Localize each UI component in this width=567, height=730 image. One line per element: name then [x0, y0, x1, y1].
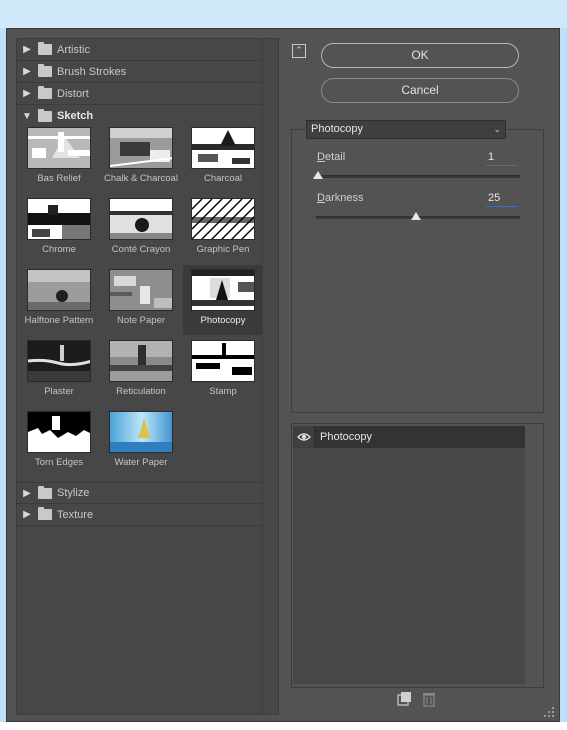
- category-brush-strokes[interactable]: ▶ Brush Strokes: [17, 61, 263, 83]
- thumbnail-image: [109, 127, 173, 169]
- filter-thumb-label: Graphic Pen: [196, 244, 250, 255]
- filter-thumb-label: Chrome: [42, 244, 76, 255]
- detail-slider-track[interactable]: [316, 175, 520, 178]
- darkness-label: Darkness: [317, 192, 364, 204]
- category-label: Sketch: [57, 110, 94, 122]
- filter-thumb-chrome[interactable]: Chrome: [19, 194, 99, 264]
- folder-icon: [38, 485, 52, 499]
- thumbnail-image: [109, 411, 173, 453]
- filter-thumb-torn-edges[interactable]: Torn Edges: [19, 407, 99, 477]
- filter-thumb-label: Note Paper: [116, 315, 166, 326]
- eye-icon[interactable]: [293, 426, 315, 448]
- category-texture[interactable]: ▶ Texture: [17, 504, 263, 526]
- thumbnail-image: [27, 340, 91, 382]
- filter-thumb-label: Charcoal: [203, 173, 243, 184]
- filter-thumb-label: Plaster: [44, 386, 74, 397]
- category-label: Distort: [57, 87, 89, 100]
- gallery-scrollbar[interactable]: [262, 39, 278, 714]
- thumbnail-image: [27, 411, 91, 453]
- chevron-down-icon: ⌄: [493, 124, 501, 134]
- thumbnail-image: [109, 269, 173, 311]
- window-bottom-edge: [0, 722, 567, 730]
- darkness-input[interactable]: 25: [486, 191, 518, 207]
- new-effect-layer-icon[interactable]: [396, 691, 412, 707]
- triangle-right-icon: ▶: [23, 509, 31, 520]
- thumbnail-image: [191, 340, 255, 382]
- filter-thumb-label: Reticulation: [116, 386, 166, 397]
- effect-layers-list: [293, 448, 525, 684]
- darkness-slider-thumb[interactable]: [411, 212, 421, 220]
- category-stylize[interactable]: ▶ Stylize: [17, 482, 263, 504]
- thumbnail-image: [27, 198, 91, 240]
- folder-icon: [38, 64, 52, 77]
- filter-thumb-halftone-pattern[interactable]: Halftone Pattern: [19, 265, 99, 335]
- trash-icon[interactable]: [421, 691, 437, 707]
- filter-gallery-panel: ▶ Artistic ▶ Brush Strokes ▶ Distort ▼ S…: [16, 38, 279, 715]
- filter-type-select[interactable]: Photocopy ⌄: [306, 120, 506, 139]
- filter-thumb-graphic-pen[interactable]: Graphic Pen: [183, 194, 263, 264]
- filter-select-value: Photocopy: [311, 123, 363, 135]
- filter-thumb-label: Halftone Pattern: [24, 315, 94, 326]
- triangle-right-icon: ▶: [23, 487, 31, 499]
- filter-thumb-charcoal[interactable]: Charcoal: [183, 123, 263, 193]
- filter-thumb-bas-relief[interactable]: Bas Relief: [19, 123, 99, 193]
- filter-thumb-label: Conté Crayon: [111, 244, 171, 255]
- detail-slider-thumb[interactable]: [313, 171, 323, 179]
- thumbnail-image: [27, 269, 91, 311]
- triangle-right-icon: ▶: [23, 44, 31, 55]
- category-distort[interactable]: ▶ Distort: [17, 83, 263, 105]
- filter-thumb-reticulation[interactable]: Reticulation: [101, 336, 181, 406]
- filter-gallery-dialog: ▶ Artistic ▶ Brush Strokes ▶ Distort ▼ S…: [6, 28, 560, 722]
- filter-thumb-stamp[interactable]: Stamp: [183, 336, 263, 406]
- thumbnail-image: [191, 127, 255, 169]
- category-label: Artistic: [57, 43, 90, 56]
- category-label: Brush Strokes: [57, 65, 127, 78]
- triangle-right-icon: ▶: [23, 88, 31, 99]
- filter-thumb-label: Bas Relief: [37, 173, 81, 184]
- filter-thumb-conte-crayon[interactable]: Conté Crayon: [101, 194, 181, 264]
- filter-thumb-label: Chalk & Charcoal: [104, 173, 178, 184]
- effect-layer-row[interactable]: Photocopy: [293, 426, 525, 448]
- title-bar: [0, 0, 567, 28]
- thumbnail-image: [191, 269, 255, 311]
- category-label: Stylize: [57, 487, 90, 499]
- filter-thumb-chalk-charcoal[interactable]: Chalk & Charcoal: [101, 123, 181, 193]
- folder-icon: [38, 86, 52, 99]
- filter-thumb-label: Water Paper: [114, 457, 168, 468]
- triangle-down-icon: ▼: [22, 110, 32, 122]
- detail-label: Detail: [317, 151, 346, 163]
- filter-thumb-photocopy[interactable]: Photocopy: [183, 265, 263, 335]
- collapse-up-icon[interactable]: ⌃: [292, 44, 306, 58]
- category-artistic[interactable]: ▶ Artistic: [17, 39, 263, 61]
- filter-thumb-water-paper[interactable]: Water Paper: [101, 407, 181, 477]
- filter-thumb-label: Photocopy: [200, 315, 246, 326]
- thumbnail-image: [109, 340, 173, 382]
- thumbnail-image: [191, 198, 255, 240]
- resize-grip-icon[interactable]: [543, 706, 555, 718]
- filter-thumb-label: Stamp: [209, 386, 237, 397]
- thumbnail-image: [109, 198, 173, 240]
- filter-thumb-plaster[interactable]: Plaster: [19, 336, 99, 406]
- ok-button[interactable]: OK: [321, 43, 519, 68]
- folder-icon: [38, 507, 52, 520]
- triangle-right-icon: ▶: [23, 66, 31, 77]
- thumbnail-image: [27, 127, 91, 169]
- effect-layer-name: Photocopy: [320, 431, 372, 443]
- category-label: Texture: [57, 508, 94, 521]
- filter-thumb-label: Torn Edges: [34, 457, 84, 468]
- folder-icon: [38, 108, 52, 122]
- filter-thumb-note-paper[interactable]: Note Paper: [101, 265, 181, 335]
- cancel-button[interactable]: Cancel: [321, 78, 519, 103]
- filter-settings-panel: [291, 129, 544, 413]
- folder-icon: [38, 42, 52, 55]
- detail-input[interactable]: 1: [486, 150, 518, 166]
